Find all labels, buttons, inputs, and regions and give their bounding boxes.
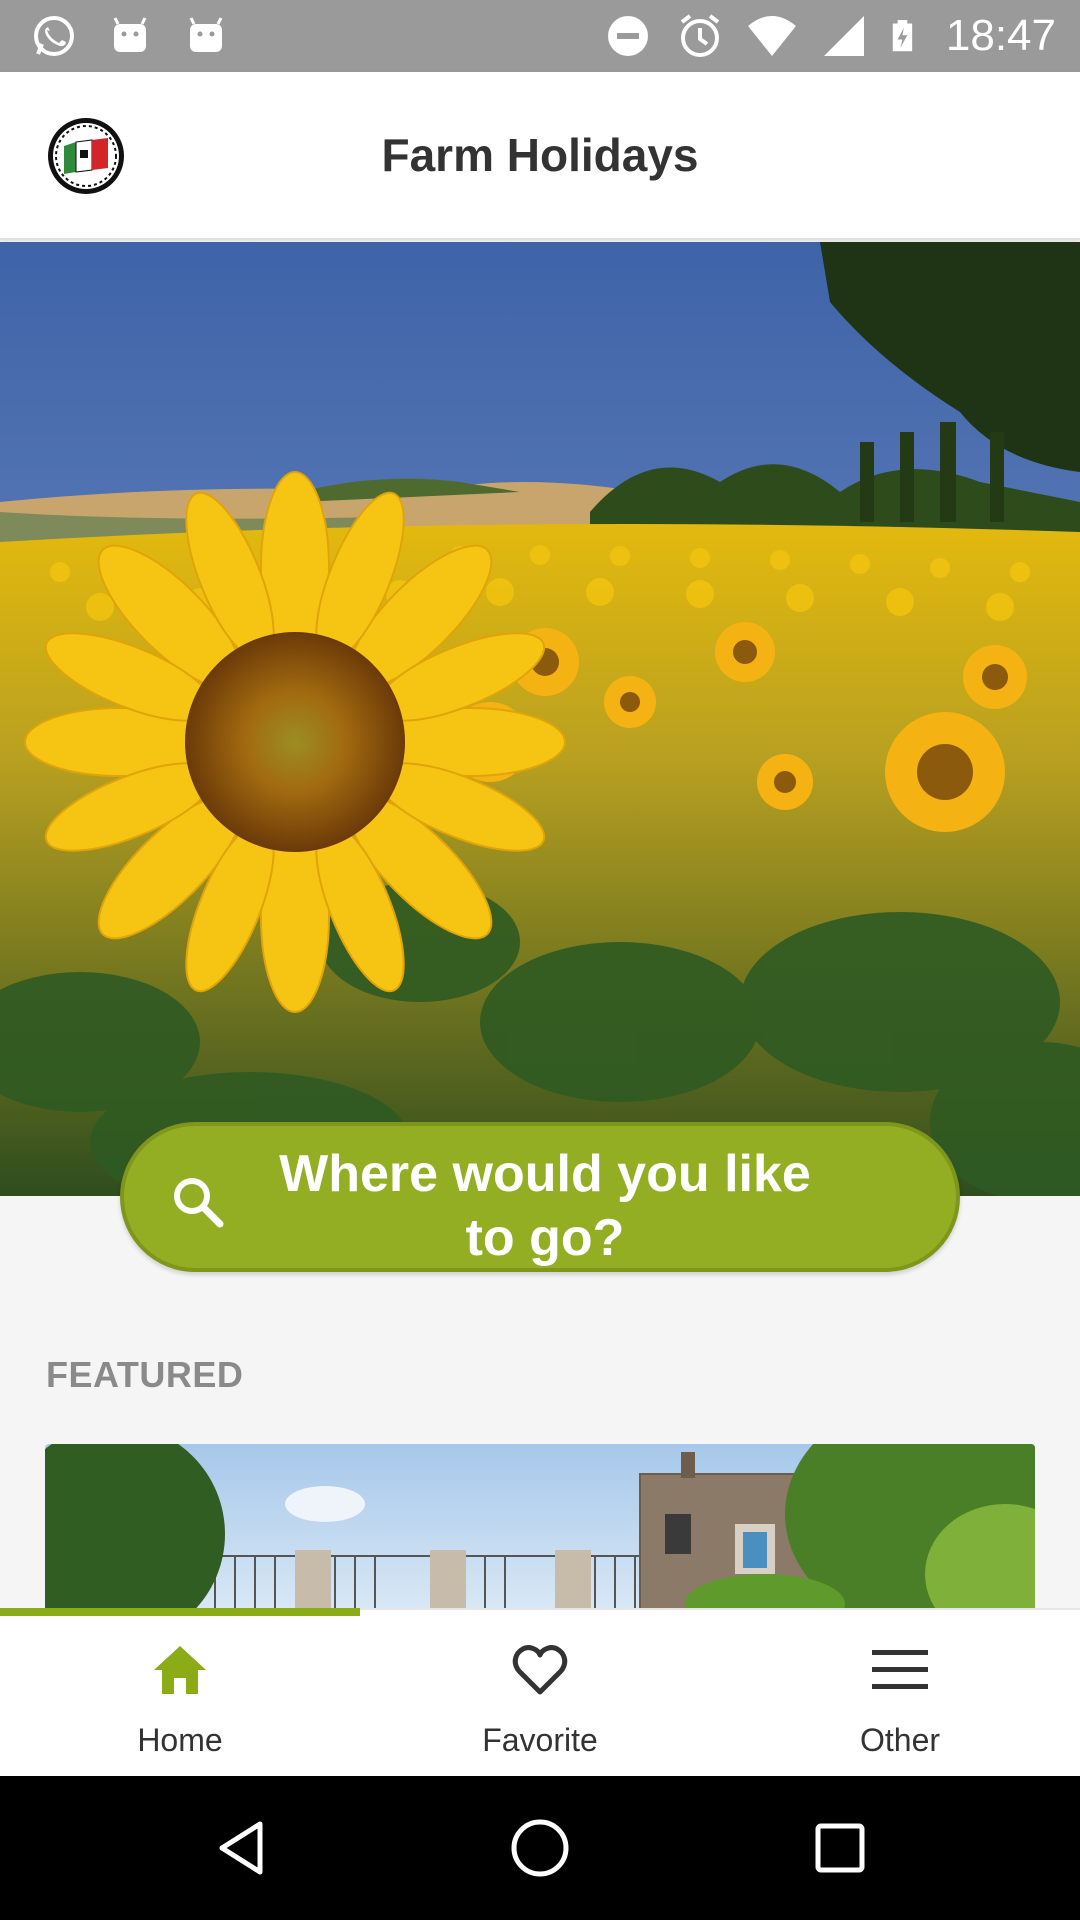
- status-time: 18:47: [945, 11, 1056, 60]
- bottom-navigation: Home Favorite Other: [0, 1608, 1080, 1776]
- app-title: Farm Holidays: [381, 129, 699, 181]
- whatsapp-icon: [34, 16, 74, 56]
- home-circle-icon[interactable]: [508, 1816, 572, 1880]
- search-button[interactable]: Where would you like to go?: [120, 1122, 960, 1272]
- wifi-icon: [747, 16, 796, 56]
- hero-image: [0, 242, 1080, 1196]
- nav-other-label: Other: [859, 1722, 941, 1758]
- nav-favorite[interactable]: Favorite: [360, 1610, 720, 1778]
- nav-other[interactable]: Other: [720, 1610, 1080, 1778]
- search-label: Where would you like to go?: [279, 1145, 811, 1267]
- menu-icon: [872, 1650, 928, 1689]
- nav-home-label: Home: [137, 1722, 223, 1758]
- heart-icon: [512, 1645, 568, 1695]
- featured-card-image[interactable]: [45, 1444, 1035, 1612]
- android-icon: [189, 17, 223, 52]
- alarm-icon: [680, 14, 720, 57]
- status-bar: 18:47: [0, 0, 1080, 72]
- search-icon: [174, 1178, 224, 1228]
- battery-charging-icon: [892, 20, 913, 52]
- app-bar: Farm Holidays: [0, 72, 1080, 240]
- nav-home[interactable]: Home: [0, 1610, 360, 1778]
- signal-icon: [823, 16, 864, 56]
- recents-icon[interactable]: [808, 1816, 872, 1880]
- back-icon[interactable]: [210, 1816, 274, 1880]
- featured-heading: FEATURED: [46, 1354, 244, 1395]
- do-not-disturb-icon: [607, 16, 648, 56]
- home-icon: [154, 1646, 206, 1694]
- system-navigation-bar: [0, 1776, 1080, 1920]
- android-icon: [113, 17, 147, 52]
- nav-favorite-label: Favorite: [482, 1722, 598, 1758]
